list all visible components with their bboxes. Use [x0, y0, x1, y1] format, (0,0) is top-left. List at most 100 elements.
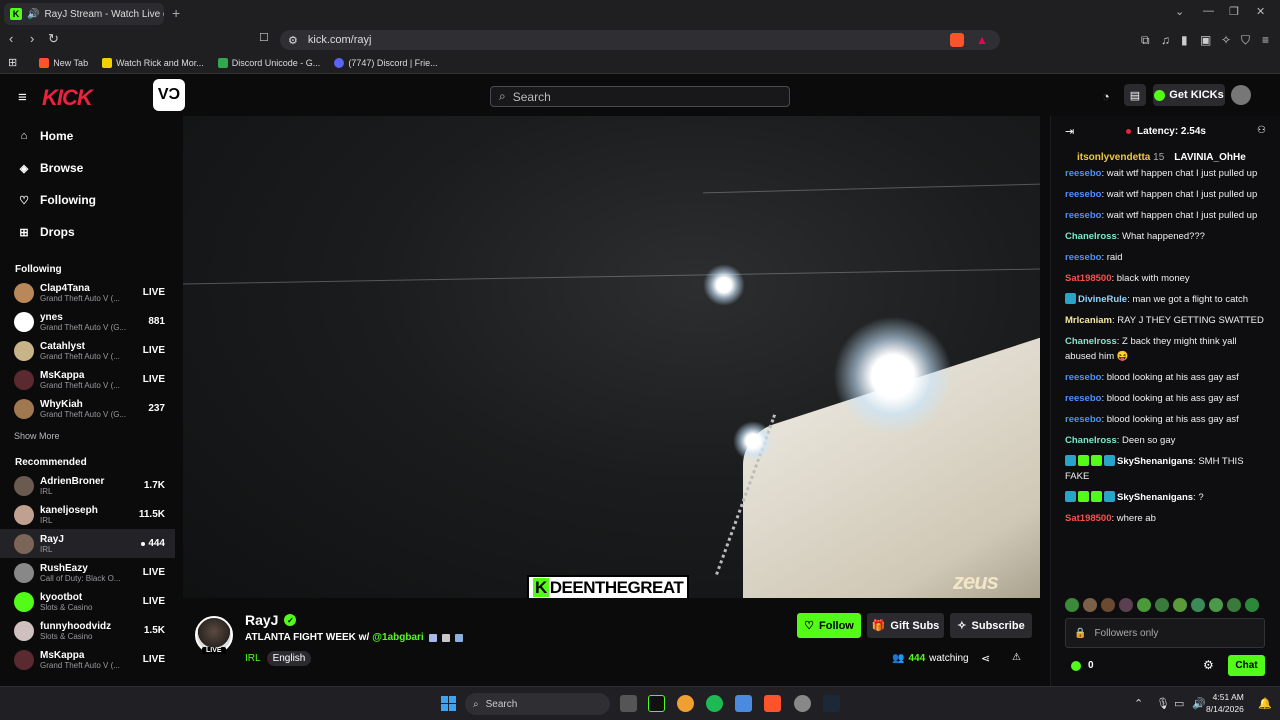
forward-icon[interactable]: ›: [30, 31, 34, 46]
brave-shields-icon[interactable]: [950, 33, 964, 47]
language-tag[interactable]: English: [266, 651, 312, 666]
bookmark-new-tab[interactable]: New Tab: [39, 57, 88, 68]
kicks-balance[interactable]: 0: [1071, 660, 1094, 671]
volume-icon[interactable]: 🔊: [1192, 697, 1206, 710]
sidebar-channel[interactable]: kyootbot Slots & Casino LIVE: [0, 587, 175, 616]
chat-username[interactable]: reesebo: [1065, 252, 1101, 263]
chat-input[interactable]: 🔒 Followers only: [1065, 618, 1265, 648]
bookmark-discord-unicode[interactable]: Discord Unicode - G...: [217, 57, 320, 68]
chat-username[interactable]: Sat198500: [1065, 513, 1111, 524]
sidebar-item-home[interactable]: ⌂ Home: [0, 120, 175, 152]
chat-username[interactable]: Sat198500: [1065, 273, 1111, 284]
follow-button[interactable]: ♡ Follow: [797, 613, 861, 638]
emote-icon[interactable]: [1245, 598, 1259, 612]
site-info-icon[interactable]: ⚙: [288, 34, 298, 47]
emote-icon[interactable]: [1227, 598, 1241, 612]
share-icon[interactable]: ⋖: [981, 652, 990, 665]
close-window-button[interactable]: ✕: [1256, 5, 1265, 18]
sidebar-channel[interactable]: Clap4Tana Grand Theft Auto V (... LIVE: [0, 278, 175, 307]
video-player[interactable]: K DEENTHEGREAT zeus: [183, 116, 1040, 598]
chat-username[interactable]: DivineRule: [1078, 294, 1127, 305]
sidebar-item-following[interactable]: ♡ Following: [0, 184, 175, 216]
chat-username[interactable]: reesebo: [1065, 189, 1101, 200]
emote-icon[interactable]: [1137, 598, 1151, 612]
leo-icon[interactable]: ✧: [1221, 33, 1231, 47]
sidebar-channel[interactable]: ynes Grand Theft Auto V (G... 881: [0, 307, 175, 336]
channel-logo[interactable]: VƆ: [153, 79, 185, 111]
notepad-icon[interactable]: [735, 695, 752, 712]
chat-settings-icon[interactable]: ⚙: [1203, 658, 1214, 672]
notifications-icon[interactable]: ◔: [1102, 89, 1110, 104]
chat-username[interactable]: SkyShenanigans: [1117, 456, 1193, 467]
sidebar-icon[interactable]: ▮: [1181, 33, 1188, 47]
tray-chevron-icon[interactable]: ⌃: [1134, 697, 1143, 710]
chat-messages[interactable]: reesebo: wait wtf happen chat I just pul…: [1051, 166, 1277, 586]
emote-icon[interactable]: [1191, 598, 1205, 612]
bookmark-discord-friends[interactable]: (7747) Discord | Frie...: [334, 57, 438, 68]
emote-icon[interactable]: [1155, 598, 1169, 612]
kick-logo[interactable]: KICK: [42, 85, 93, 111]
chat-username[interactable]: Chanelross: [1065, 336, 1117, 347]
gift-subs-button[interactable]: 🎁 Gift Subs: [867, 613, 944, 638]
sidebar-channel[interactable]: Catahlyst Grand Theft Auto V (... LIVE: [0, 336, 175, 365]
reload-icon[interactable]: ↻: [48, 31, 59, 47]
layout-toggle-button[interactable]: ▤: [1124, 84, 1146, 106]
sidebar-item-drops[interactable]: ⊞ Drops: [0, 216, 175, 248]
bookmark-icon[interactable]: ☐: [259, 31, 269, 44]
brave-icon[interactable]: [764, 695, 781, 712]
chat-username[interactable]: Chanelross: [1065, 231, 1117, 242]
emote-icon[interactable]: [1119, 598, 1133, 612]
chat-users-icon[interactable]: ⚇: [1257, 125, 1266, 136]
sidebar-channel[interactable]: MsKappa Grand Theft Auto V (... LIVE: [0, 365, 175, 394]
taskbar-search[interactable]: ⌕ Search: [465, 693, 610, 715]
bookmark-watch-rick[interactable]: Watch Rick and Mor...: [102, 57, 204, 68]
streamer-name[interactable]: RayJ ✓: [245, 612, 297, 628]
emote-icon[interactable]: [1065, 598, 1079, 612]
clock[interactable]: 4:51 AM 8/14/2026: [1206, 691, 1244, 715]
sidebar-channel[interactable]: funnyhoodvidz Slots & Casino 1.5K: [0, 616, 175, 645]
chat-username[interactable]: reesebo: [1065, 168, 1101, 179]
category-link[interactable]: IRL: [245, 653, 261, 664]
sidebar-channel[interactable]: RushEazy Call of Duty: Black O... LIVE: [0, 558, 175, 587]
chat-username[interactable]: reesebo: [1065, 414, 1101, 425]
get-kicks-button[interactable]: Get KICKs: [1153, 84, 1225, 106]
apps-grid-icon[interactable]: ⊞: [8, 56, 17, 69]
chat-username[interactable]: reesebo: [1065, 372, 1101, 383]
leaderboard-entry[interactable]: itsonlyvendetta 15: [1077, 152, 1164, 166]
microphone-icon[interactable]: 🎙: [1156, 697, 1170, 710]
sidebar-item-browse[interactable]: ◈ Browse: [0, 152, 175, 184]
mention-link[interactable]: @1abgbari: [372, 632, 423, 643]
leaderboard-entry[interactable]: LAVINIA_OhHe: [1174, 152, 1246, 166]
sidebar-channel[interactable]: kaneljoseph IRL 11.5K: [0, 500, 175, 529]
sidebar-channel[interactable]: MsKappa Grand Theft Auto V (... LIVE: [0, 645, 175, 674]
sidebar-channel[interactable]: WhyKiah Grand Theft Auto V (G... 237: [0, 394, 175, 423]
user-avatar[interactable]: [1231, 85, 1251, 105]
obs-icon[interactable]: [794, 695, 811, 712]
emote-icon[interactable]: [1173, 598, 1187, 612]
emote-icon[interactable]: [1083, 598, 1097, 612]
notifications-icon[interactable]: 🔔: [1258, 697, 1272, 710]
emote-icon[interactable]: [1101, 598, 1115, 612]
task-view-icon[interactable]: [620, 695, 637, 712]
wallet-icon[interactable]: ▣: [1200, 33, 1211, 47]
back-icon[interactable]: ‹: [9, 31, 13, 46]
sidebar-channel[interactable]: RayJ IRL 444: [0, 529, 175, 558]
chat-username[interactable]: Mrlcaniam: [1065, 315, 1112, 326]
music-icon[interactable]: ♫: [1161, 33, 1170, 47]
spotify-icon[interactable]: [706, 695, 723, 712]
maximize-button[interactable]: ❐: [1229, 5, 1239, 18]
subscribe-button[interactable]: ✧ Subscribe: [950, 613, 1032, 638]
show-more-link[interactable]: Show More: [0, 427, 175, 445]
network-icon[interactable]: ▭: [1174, 697, 1184, 710]
sidebar-channel[interactable]: AdrienBroner IRL 1.7K: [0, 471, 175, 500]
brave-rewards-icon[interactable]: ▲: [976, 33, 988, 47]
emote-icon[interactable]: [1209, 598, 1223, 612]
browser-tab[interactable]: K 🔊 RayJ Stream - Watch Live on ✕: [4, 3, 164, 25]
chat-username[interactable]: Chanelross: [1065, 435, 1117, 446]
search-input[interactable]: ⌕ Search: [490, 86, 790, 107]
steam-icon[interactable]: [823, 695, 840, 712]
extensions-icon[interactable]: ⧉: [1141, 33, 1150, 48]
terminal-icon[interactable]: [648, 695, 665, 712]
windows-start-icon[interactable]: [441, 696, 456, 711]
hamburger-menu-icon[interactable]: ≡: [18, 89, 27, 106]
